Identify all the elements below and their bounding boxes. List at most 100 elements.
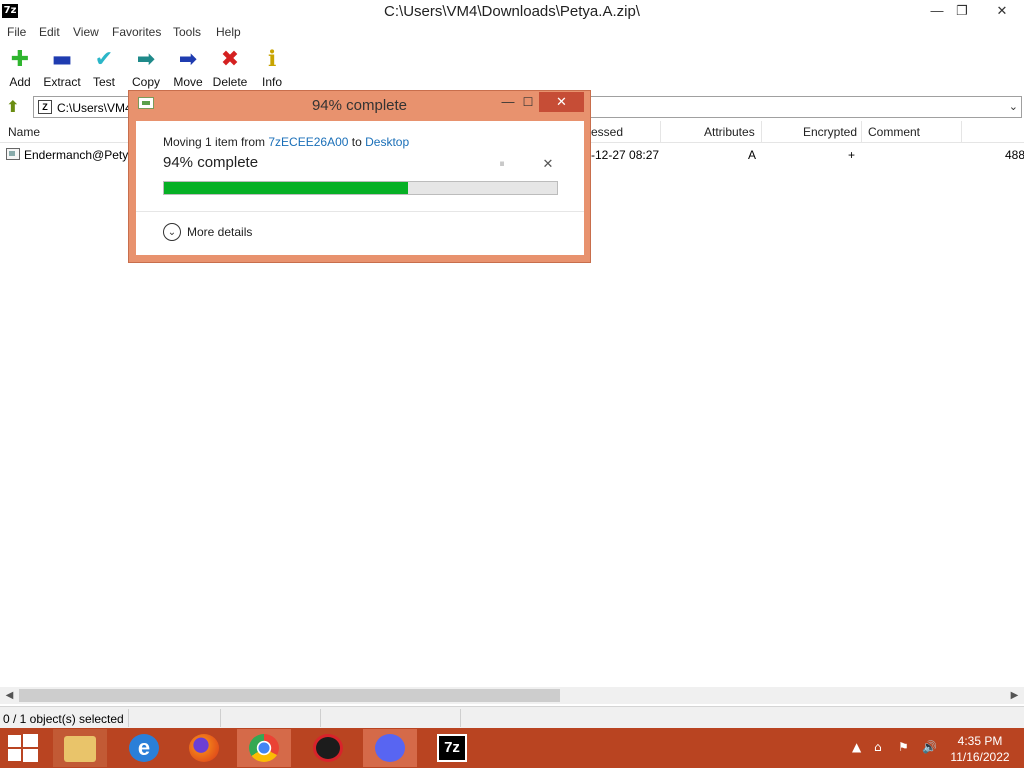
up-folder-icon[interactable]: ⬆	[3, 97, 23, 117]
scroll-left-icon[interactable]: ◀	[1, 688, 18, 703]
pause-icon[interactable]: ⏸	[494, 156, 510, 172]
move-arrow-icon: ➡	[178, 47, 198, 72]
volume-icon[interactable]: 🔊	[922, 740, 937, 754]
file-size: 488	[1005, 148, 1024, 162]
menu-bar: File Edit View Favorites Tools Help	[0, 24, 1024, 43]
file-explorer-icon[interactable]	[53, 729, 107, 767]
scrollbar-thumb[interactable]	[19, 689, 560, 702]
column-encrypted[interactable]: Encrypted	[803, 125, 857, 139]
horizontal-scrollbar[interactable]: ◀ ▶	[0, 687, 1024, 704]
extract-label: Extract	[43, 75, 81, 89]
add-button[interactable]: ✚ Add	[0, 47, 40, 90]
windows-start-icon[interactable]	[8, 734, 38, 762]
status-bar: 0 / 1 object(s) selected	[0, 706, 1024, 728]
column-divider[interactable]	[961, 121, 962, 143]
maximize-button[interactable]: ❐	[947, 0, 977, 22]
close-button[interactable]: ✕	[980, 0, 1024, 22]
add-label: Add	[9, 75, 31, 89]
column-accessed[interactable]: essed	[591, 125, 623, 139]
file-name: Endermanch@Petya	[24, 148, 135, 162]
check-icon: ✔	[94, 47, 114, 72]
column-name[interactable]: Name	[8, 125, 40, 139]
column-comment[interactable]: Comment	[868, 125, 920, 139]
copy-arrow-icon: ➡	[136, 47, 156, 72]
move-button[interactable]: ➡ Move	[168, 47, 208, 90]
plus-icon: ✚	[10, 47, 30, 72]
taskbar: e 7z ▲ ⌂ ⚑ 🔊 4:35 PM 11/16/2022	[0, 728, 1024, 768]
system-clock[interactable]: 4:35 PM 11/16/2022	[944, 733, 1016, 765]
ie-logo-icon: e	[129, 734, 159, 762]
selection-status: 0 / 1 object(s) selected	[3, 712, 124, 726]
toolbar: ✚ Add ▬ Extract ✔ Test ➡ Copy ➡ Move ✖ D…	[0, 43, 1024, 93]
test-button[interactable]: ✔ Test	[84, 47, 124, 90]
copy-label: Copy	[131, 75, 160, 89]
chevron-down-icon[interactable]: ⌄	[1009, 100, 1018, 113]
file-encrypted: +	[848, 148, 856, 162]
address-path: C:\Users\VM4	[57, 101, 132, 115]
move-label: Move	[173, 75, 203, 89]
status-divider	[128, 709, 129, 727]
window-titlebar: 7z C:\Users\VM4\Downloads\Petya.A.zip\ —…	[0, 0, 1024, 24]
chrome-icon[interactable]	[237, 729, 291, 767]
status-divider	[320, 709, 321, 727]
menu-help[interactable]: Help	[216, 25, 241, 39]
column-attributes[interactable]: Attributes	[704, 125, 755, 139]
window-title: C:\Users\VM4\Downloads\Petya.A.zip\	[384, 3, 640, 20]
status-divider	[220, 709, 221, 727]
progress-fill	[164, 182, 408, 194]
show-hidden-icons-icon[interactable]: ▲	[852, 740, 861, 754]
moving-prefix: Moving 1 item from	[163, 135, 269, 149]
moving-description: Moving 1 item from 7zECEE26A00 to Deskto…	[163, 135, 409, 149]
menu-view[interactable]: View	[73, 25, 99, 39]
chrome-logo-icon	[249, 734, 279, 762]
column-divider[interactable]	[761, 121, 762, 143]
delete-x-icon: ✖	[220, 47, 240, 72]
moving-mid: to	[348, 135, 366, 149]
column-divider[interactable]	[861, 121, 862, 143]
clock-date: 11/16/2022	[950, 750, 1010, 764]
chevron-down-icon: ⌄	[163, 223, 181, 241]
firefox-logo-icon	[189, 734, 219, 762]
progress-bar	[163, 181, 558, 195]
delete-button[interactable]: ✖ Delete	[210, 47, 250, 90]
discord-logo-icon	[375, 734, 405, 762]
test-label: Test	[92, 75, 115, 89]
menu-favorites[interactable]: Favorites	[112, 25, 161, 39]
dialog-close-button[interactable]: ✕	[539, 92, 584, 112]
red-app-icon[interactable]	[301, 729, 355, 767]
delete-label: Delete	[212, 75, 248, 89]
file-icon	[6, 148, 20, 160]
archive-icon: Z	[38, 100, 52, 114]
file-attributes: A	[748, 148, 757, 162]
scroll-right-icon[interactable]: ▶	[1006, 688, 1023, 703]
minus-icon: ▬	[51, 47, 73, 72]
dialog-maximize-button[interactable]: ☐	[514, 93, 542, 111]
flag-icon[interactable]: ⚑	[898, 740, 909, 754]
clock-time: 4:35 PM	[957, 734, 1003, 748]
status-divider	[460, 709, 461, 727]
7zip-taskbar-icon[interactable]: 7z	[425, 729, 479, 767]
cancel-icon[interactable]: ✕	[540, 156, 556, 172]
firefox-icon[interactable]	[177, 729, 231, 767]
menu-file[interactable]: File	[7, 25, 26, 39]
destination-link[interactable]: Desktop	[365, 135, 409, 149]
folder-icon	[64, 736, 96, 762]
red-logo-icon	[313, 734, 343, 762]
move-progress-dialog: 94% complete — ☐ ✕ Moving 1 item from 7z…	[128, 90, 591, 263]
source-link[interactable]: 7zECEE26A00	[268, 135, 348, 149]
info-label: Info	[261, 75, 282, 89]
menu-tools[interactable]: Tools	[173, 25, 201, 39]
7zip-logo-icon: 7z	[437, 734, 467, 762]
column-divider[interactable]	[660, 121, 661, 143]
network-icon[interactable]: ⌂	[874, 740, 882, 754]
discord-icon[interactable]	[363, 729, 417, 767]
file-accessed: -12-27 08:27	[591, 148, 660, 162]
info-button[interactable]: ℹ Info	[252, 48, 292, 90]
internet-explorer-icon[interactable]: e	[117, 729, 171, 767]
extract-button[interactable]: ▬ Extract	[42, 47, 82, 90]
copy-button[interactable]: ➡ Copy	[126, 47, 166, 90]
dialog-divider	[136, 211, 584, 212]
percent-complete: 94% complete	[163, 154, 259, 171]
more-details-label: More details	[187, 225, 253, 239]
menu-edit[interactable]: Edit	[39, 25, 60, 39]
